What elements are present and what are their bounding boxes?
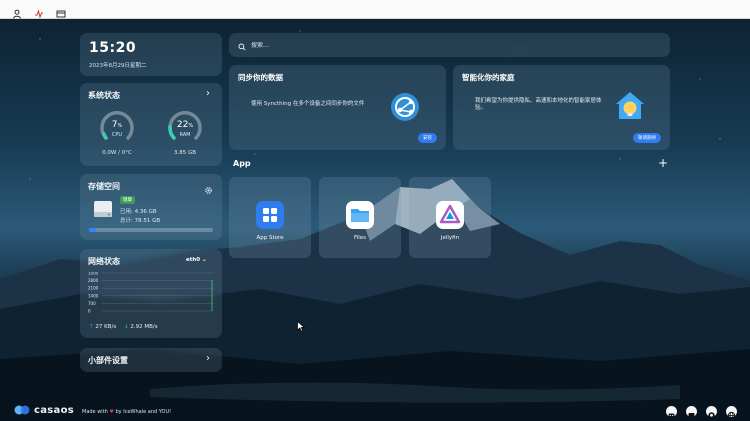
install-button[interactable]: 安装 bbox=[418, 133, 437, 143]
storage-total: 总计: 78.51 GB bbox=[120, 218, 161, 224]
y-tick-label: 2100 bbox=[88, 286, 99, 291]
user-icon[interactable] bbox=[12, 4, 22, 19]
app-section-title: App bbox=[233, 159, 251, 168]
smart-home-promo-desc: 我们希望为你提供隐私、高速和本地化的智能家居体验。 bbox=[475, 98, 602, 111]
network-chart: 3500 2800 2100 1400 700 0 bbox=[88, 272, 214, 314]
jellyfin-icon bbox=[436, 201, 464, 229]
chevron-down-icon: ⌄ bbox=[202, 257, 207, 263]
y-tick-label: 700 bbox=[88, 301, 96, 306]
system-status-widget: 系统状态 › 7% CPU 0.0W / 0°C 22% RAM 3.85 GB bbox=[80, 83, 222, 166]
app-tile-files[interactable]: Files bbox=[319, 177, 401, 258]
storage-bar bbox=[89, 228, 213, 232]
download-rate: ↓ 2.92 MB/s bbox=[124, 324, 158, 330]
clock-widget: 15:20 2023年8月29日星期二 bbox=[80, 33, 222, 76]
upload-value: 27 KB/s bbox=[95, 324, 117, 330]
app-tile-jellyfin[interactable]: Jellyfin bbox=[409, 177, 491, 258]
search-icon bbox=[238, 36, 246, 55]
activity-icon[interactable] bbox=[34, 4, 44, 19]
heart-icon: ♥ bbox=[109, 409, 114, 415]
smart-home-promo-card: 智能化你的家庭 我们希望为你提供隐私、高速和本地化的智能家居体验。 敬请期待 bbox=[453, 65, 670, 150]
y-tick-label: 2800 bbox=[88, 278, 99, 283]
language-icon[interactable] bbox=[726, 406, 737, 420]
add-app-button[interactable]: + bbox=[658, 156, 668, 170]
y-tick-label: 3500 bbox=[88, 272, 99, 276]
syncthing-icon bbox=[389, 91, 421, 123]
widget-settings-button[interactable]: 小部件设置 › bbox=[80, 348, 222, 372]
app-label: App Store bbox=[256, 235, 284, 241]
widget-settings-label: 小部件设置 bbox=[88, 356, 128, 365]
ram-unit: % bbox=[188, 123, 194, 129]
download-value: 2.92 MB/s bbox=[130, 324, 158, 330]
mouse-cursor bbox=[297, 321, 305, 332]
logo-text: casaos bbox=[34, 404, 74, 416]
credit-text: by IceWhale and YOU! bbox=[115, 409, 172, 415]
casaos-logo: casaos bbox=[14, 404, 74, 416]
arrow-up-icon: ↑ bbox=[89, 324, 94, 330]
top-toolbar bbox=[0, 0, 750, 19]
cpu-unit: % bbox=[117, 123, 123, 129]
chevron-right-icon[interactable]: › bbox=[206, 88, 210, 99]
storage-used: 已用: 4.36 GB bbox=[120, 209, 157, 215]
interface-select[interactable]: eth0 ⌄ bbox=[186, 257, 207, 263]
coming-soon-button[interactable]: 敬请期待 bbox=[633, 133, 661, 143]
app-store-icon bbox=[256, 201, 284, 229]
folder-icon bbox=[346, 201, 374, 229]
app-label: Jellyfin bbox=[440, 235, 460, 241]
storage-widget: 存储空间 健康 已用: 4.36 GB 总计: 78.51 GB bbox=[80, 174, 222, 240]
smart-home-promo-title: 智能化你的家庭 bbox=[462, 73, 515, 82]
app-label: Files bbox=[353, 235, 367, 241]
y-tick-label: 1400 bbox=[88, 293, 99, 298]
casaos-logo-mark bbox=[14, 405, 30, 415]
system-status-title: 系统状态 bbox=[88, 91, 120, 100]
disk-icon bbox=[92, 198, 114, 220]
cpu-label: CPU bbox=[111, 132, 123, 138]
sync-promo-title: 同步你的数据 bbox=[238, 73, 283, 82]
y-tick-label: 0 bbox=[88, 309, 91, 314]
status-badge: 健康 bbox=[120, 196, 135, 204]
smart-home-icon bbox=[613, 89, 647, 123]
cpu-sub: 0.0W / 0°C bbox=[102, 150, 132, 156]
discord-icon[interactable] bbox=[666, 406, 677, 418]
window-icon[interactable] bbox=[56, 4, 66, 18]
ram-sub: 3.85 GB bbox=[173, 150, 197, 156]
forum-icon[interactable] bbox=[686, 406, 697, 419]
search-bar[interactable] bbox=[229, 33, 670, 57]
ram-value: 22 bbox=[176, 120, 189, 130]
clock-time: 15:20 bbox=[89, 40, 137, 56]
network-widget: 网络状态 eth0 ⌄ 3500 2800 2100 1400 700 0 ↑ 27 KB… bbox=[80, 249, 222, 338]
chevron-right-icon: › bbox=[206, 353, 210, 364]
made-with-text: Made with bbox=[82, 409, 108, 415]
ram-label: RAM bbox=[179, 132, 191, 138]
upload-rate: ↑ 27 KB/s bbox=[89, 324, 116, 330]
ram-gauge: 22% RAM bbox=[165, 107, 205, 147]
gear-icon[interactable] bbox=[204, 180, 213, 194]
footer-credit: Made with ♥ by IceWhale and YOU! bbox=[82, 409, 171, 415]
storage-title: 存储空间 bbox=[88, 182, 120, 191]
storage-bar-fill bbox=[89, 228, 96, 232]
search-input[interactable] bbox=[251, 41, 651, 49]
cpu-gauge: 7% CPU bbox=[97, 107, 137, 147]
github-icon[interactable] bbox=[706, 406, 717, 419]
interface-name: eth0 bbox=[186, 257, 201, 263]
arrow-down-icon: ↓ bbox=[124, 324, 129, 330]
clock-date: 2023年8月29日星期二 bbox=[89, 63, 147, 69]
sync-promo-card: 同步你的数据 使用 Syncthing 在多个设备之间同步你的文件 安装 bbox=[229, 65, 446, 150]
sync-promo-desc: 使用 Syncthing 在多个设备之间同步你的文件 bbox=[251, 101, 365, 107]
app-tile-app-store[interactable]: App Store bbox=[229, 177, 311, 258]
